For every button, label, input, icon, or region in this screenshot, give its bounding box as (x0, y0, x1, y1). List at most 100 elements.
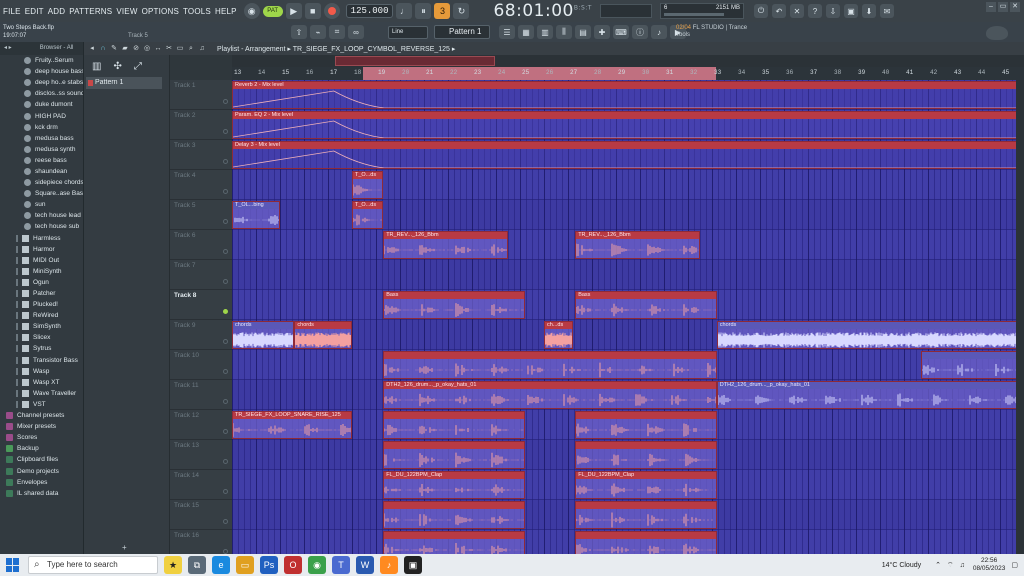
track-enable-icon[interactable] (223, 249, 228, 254)
track-enable-icon[interactable] (223, 429, 228, 434)
clock[interactable]: 22:56 08/05/2023 (973, 557, 1006, 573)
zoom-icon[interactable]: ⌕ (187, 45, 195, 53)
audio-clip[interactable]: FL_DU_122BPM_Clap (575, 471, 717, 499)
undo-icon[interactable]: ↶ (771, 4, 786, 18)
vertical-scrollbar[interactable] (1016, 80, 1024, 554)
track-header[interactable]: Track 10 (170, 350, 232, 380)
track-header[interactable]: Track 3 (170, 140, 232, 170)
browser-item[interactable]: Wasp (0, 366, 83, 377)
record-button[interactable] (323, 3, 340, 19)
speaker-icon[interactable]: ♫ (960, 562, 965, 569)
browser-item[interactable]: Clipboard files (0, 454, 83, 465)
play-button[interactable]: ▶ (285, 3, 302, 19)
countdown-button[interactable]: 3 (434, 3, 451, 19)
help-icon[interactable]: ? (807, 4, 822, 18)
browser-item[interactable]: kck drm (0, 122, 83, 133)
edge-icon[interactable]: e (212, 556, 230, 574)
browser-item[interactable]: MIDI Out (0, 255, 83, 266)
stop-button[interactable]: ■ (304, 3, 321, 19)
magnet-icon[interactable]: ∩ (99, 45, 107, 53)
audio-clip[interactable] (383, 411, 525, 439)
slip-icon[interactable]: ↔ (154, 45, 162, 53)
timeline-ruler[interactable]: 13 14 15 16 17 18 19 20 21 22 23 24 25 26 27 28 29 30 31 32… (232, 67, 1024, 80)
track-header[interactable]: Track 14 (170, 470, 232, 500)
export-icon[interactable]: ⇩ (825, 4, 840, 18)
browser-item[interactable]: Wasp XT (0, 377, 83, 388)
browser-item[interactable]: Scores (0, 432, 83, 443)
audio-clip[interactable]: T_O...ds (352, 201, 384, 229)
piano-icon[interactable]: ▥ (92, 61, 101, 72)
audio-clip[interactable]: DTH2_126_drum..._p_okay_hats_01 (716, 381, 1024, 409)
audio-icon[interactable]: ✣ (113, 61, 121, 72)
audio-clip[interactable]: T_OL...bing (232, 201, 280, 229)
file-explorer-icon[interactable]: ▭ (236, 556, 254, 574)
save-icon[interactable]: ▣ (843, 4, 858, 18)
mute-icon[interactable]: ✕ (789, 4, 804, 18)
song-position-display[interactable]: 68:01:00B:S:T (493, 1, 592, 21)
paint-icon[interactable]: ▰ (121, 45, 129, 53)
browser-item[interactable]: MiniSynth (0, 266, 83, 277)
browser-item[interactable]: VST (0, 399, 83, 410)
taskbar-search[interactable]: Type here to search (28, 556, 158, 574)
browser-icon[interactable]: ▤ (575, 25, 591, 39)
browser-item[interactable]: Demo projects (0, 465, 83, 476)
track-enable-icon[interactable] (223, 489, 228, 494)
track-header[interactable]: Track 9 (170, 320, 232, 350)
browser-item[interactable]: SimSynth (0, 321, 83, 332)
track-enable-icon[interactable] (223, 189, 228, 194)
track-enable-icon[interactable] (223, 309, 228, 314)
snap-select[interactable]: Line (388, 25, 428, 39)
audio-clip[interactable]: chords (294, 321, 352, 349)
browser-item[interactable]: ReWired (0, 310, 83, 321)
track-header[interactable]: Track 11 (170, 380, 232, 410)
browser-item[interactable]: Wave Traveller (0, 388, 83, 399)
browser-item[interactable]: shaundean (0, 166, 83, 177)
track-header[interactable]: Track 12 (170, 410, 232, 440)
menu-item-edit[interactable]: EDIT (25, 7, 44, 16)
weather-widget[interactable]: 14°C Cloudy (882, 562, 921, 569)
browser-item[interactable]: reese bass (0, 155, 83, 166)
track-enable-icon[interactable] (223, 159, 228, 164)
notifications-icon[interactable]: ▢ (1011, 561, 1018, 569)
audio-clip[interactable] (920, 351, 1024, 379)
browser-item[interactable]: Mixer presets (0, 421, 83, 432)
word-icon[interactable]: W (356, 556, 374, 574)
loop-range[interactable] (363, 67, 716, 80)
automation-clip[interactable]: Reverb 2 - Mix level (232, 81, 1024, 109)
browser-item[interactable]: deep house bass (0, 66, 83, 77)
browser-item[interactable]: medusa bass (0, 133, 83, 144)
browser-item[interactable]: tech house sub (0, 221, 83, 232)
browser-item[interactable]: Envelopes (0, 477, 83, 488)
add-pattern-icon[interactable]: + (122, 543, 127, 552)
pattern-selector[interactable]: Pattern 1 (434, 25, 490, 39)
track-enable-icon[interactable] (223, 369, 228, 374)
menu-item-view[interactable]: VIEW (116, 7, 137, 16)
maximize-icon[interactable]: ▭ (998, 2, 1008, 12)
tempo-display[interactable]: 125.000 (345, 4, 394, 18)
touch-keyboard-icon[interactable]: ⌨ (613, 25, 629, 39)
audio-clip[interactable] (383, 531, 525, 554)
slice-icon[interactable]: ✂ (165, 45, 173, 53)
plugin-picker-icon[interactable]: ✚ (594, 25, 610, 39)
browser-item[interactable]: disclos..ss sound (0, 88, 83, 99)
track-header[interactable]: Track 1 (170, 80, 232, 110)
browser-item[interactable]: Slicex (0, 332, 83, 343)
snap-icon[interactable]: ⌁ (310, 25, 326, 39)
mixer-icon[interactable]: ⫼ (556, 25, 572, 39)
browser-item[interactable]: medusa synth (0, 144, 83, 155)
browser-item[interactable]: Square..ase Bass (0, 188, 83, 199)
browser-item[interactable]: IL shared data (0, 488, 83, 499)
audio-clip[interactable]: chords (232, 321, 295, 349)
automation-clip[interactable]: Param. EQ 2 - Mix level (232, 111, 1024, 139)
download-icon[interactable]: ⬇ (861, 4, 876, 18)
track-header[interactable]: Track 13 (170, 440, 232, 470)
browser-item[interactable]: HIGH PAD (0, 110, 83, 121)
browser-item[interactable]: Patcher (0, 288, 83, 299)
browser-item[interactable]: sidepiece chords (0, 177, 83, 188)
piano-roll-icon[interactable]: ▦ (518, 25, 534, 39)
track-enable-icon[interactable] (223, 339, 228, 344)
task-view-icon[interactable]: ⧉ (188, 556, 206, 574)
minimize-icon[interactable]: – (986, 2, 996, 12)
browser-options-icon[interactable]: ◂ ▸ (4, 42, 12, 55)
loop-record-button[interactable]: ↻ (453, 3, 470, 19)
